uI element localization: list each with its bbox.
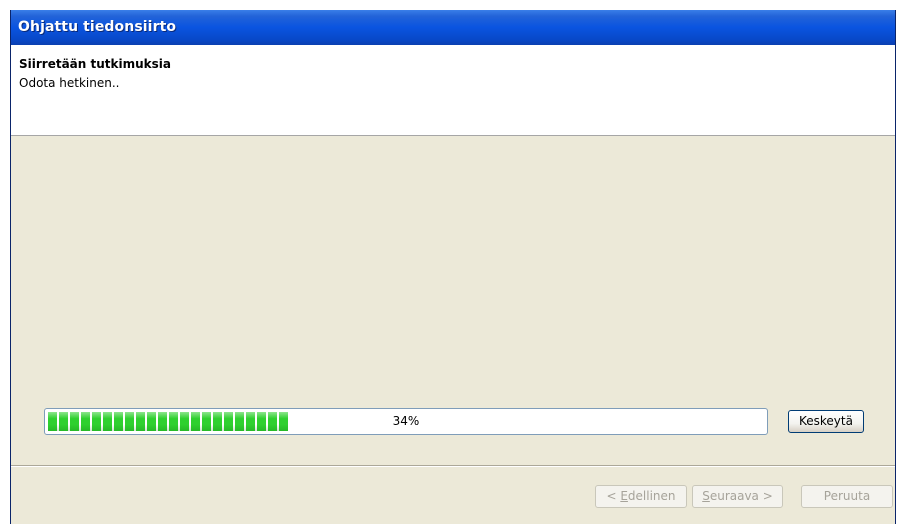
page-subtitle: Odota hetkinen.. xyxy=(19,76,120,90)
previous-button-accel: E xyxy=(620,489,628,503)
page-title: Siirretään tutkimuksia xyxy=(19,57,171,71)
previous-button[interactable]: < Edellinen xyxy=(595,485,687,508)
progress-bar: 34% xyxy=(44,408,768,435)
abort-button[interactable]: Keskeytä xyxy=(788,410,864,433)
progress-percent-label: 34% xyxy=(392,414,420,428)
previous-button-prefix: < xyxy=(606,489,621,503)
next-button[interactable]: Seuraava > xyxy=(692,485,783,508)
next-button-accel: S xyxy=(702,489,710,503)
next-button-rest: euraava > xyxy=(709,489,773,503)
window-title: Ohjattu tiedonsiirto xyxy=(18,19,177,35)
footer-divider xyxy=(11,465,895,467)
title-bar[interactable]: Ohjattu tiedonsiirto xyxy=(11,10,895,45)
previous-button-rest: dellinen xyxy=(627,489,676,503)
wizard-window: Ohjattu tiedonsiirto Siirretään tutkimuk… xyxy=(10,10,896,524)
cancel-button[interactable]: Peruuta xyxy=(801,485,893,508)
wizard-header: Siirretään tutkimuksia Odota hetkinen.. xyxy=(11,45,895,136)
